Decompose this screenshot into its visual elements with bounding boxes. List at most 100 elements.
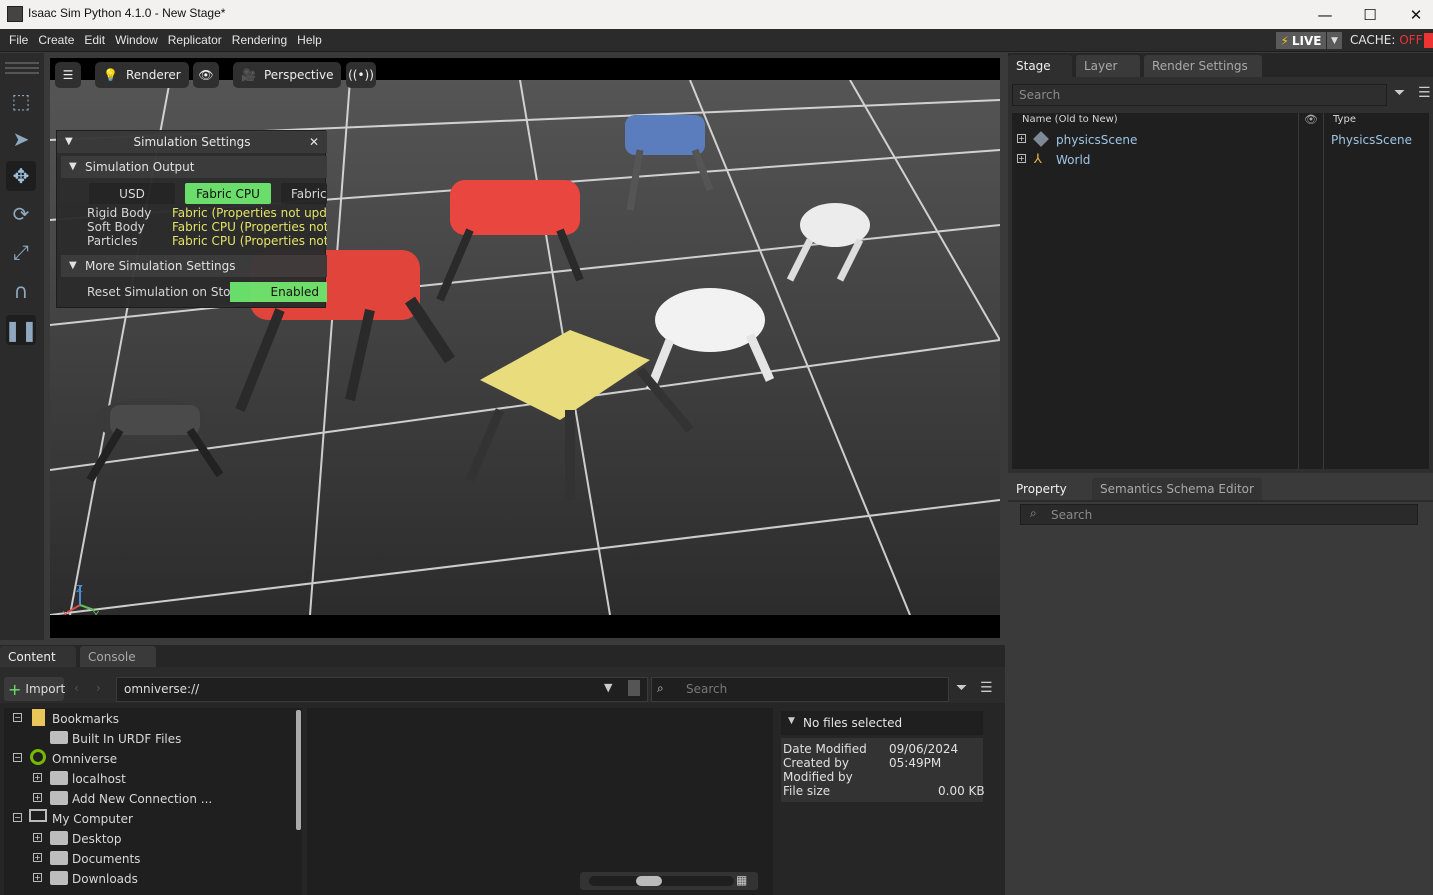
tree-item-built-in-urdf[interactable]: Built In URDF Files <box>72 732 181 746</box>
rotate-icon[interactable]: ⟳ <box>6 199 36 229</box>
snap-magnet-icon[interactable]: ∩ <box>6 276 36 306</box>
collapse-triangle-icon[interactable]: ▼ <box>65 131 73 153</box>
cache-status[interactable]: CACHE: OFF <box>1350 33 1422 47</box>
menu-bar: File Create Edit Window Replicator Rende… <box>0 29 1433 52</box>
stage-search-input[interactable]: Search <box>1012 84 1387 106</box>
menu-replicator[interactable]: Replicator <box>163 33 227 47</box>
menu-file[interactable]: File <box>4 33 33 47</box>
tab-console[interactable]: Console <box>80 646 156 668</box>
axis-x-label: X <box>62 610 69 615</box>
collapse-minus-icon[interactable]: − <box>13 753 22 762</box>
column-name-header[interactable]: Name (Old to New) <box>1022 114 1118 125</box>
filter-icon[interactable]: ⏷ <box>956 680 967 696</box>
server-icon <box>50 771 68 785</box>
tree-item-desktop[interactable]: Desktop <box>72 832 122 846</box>
tab-property[interactable]: Property <box>1008 478 1088 500</box>
bookmark-icon[interactable] <box>628 680 640 696</box>
expand-plus-icon[interactable]: + <box>33 773 42 782</box>
expand-plus-icon[interactable]: + <box>33 833 42 842</box>
settings-sliders-button[interactable]: ☰ <box>55 62 81 88</box>
section-simulation-output[interactable]: ▼ Simulation Output <box>61 156 327 178</box>
expand-plus-icon[interactable]: + <box>33 873 42 882</box>
drive-icon <box>50 831 68 845</box>
camera-label: Perspective <box>263 68 334 82</box>
menu-help[interactable]: Help <box>292 33 327 47</box>
close-icon[interactable]: ✕ <box>309 131 319 153</box>
slider-handle[interactable] <box>636 876 662 886</box>
tree-item-downloads[interactable]: Downloads <box>72 872 138 886</box>
forward-arrow-icon[interactable]: › <box>96 681 101 695</box>
tree-item-add-connection[interactable]: Add New Connection ... <box>72 792 212 806</box>
tree-scrollbar[interactable] <box>296 710 301 830</box>
select-arrow-icon[interactable]: ➤ <box>6 124 36 154</box>
stage-row-physicsscene[interactable]: + physicsScene PhysicsScene <box>1012 131 1429 149</box>
tab-layer[interactable]: Layer <box>1076 55 1140 77</box>
collapse-triangle-icon: ▼ <box>69 161 77 172</box>
menu-rendering[interactable]: Rendering <box>227 33 292 47</box>
modified-by-label: Modified by <box>783 770 853 784</box>
live-button[interactable]: ⚡ LIVE <box>1276 32 1326 49</box>
expand-plus-icon[interactable]: + <box>33 853 42 862</box>
scale-icon[interactable]: ⤢ <box>6 237 36 267</box>
select-mode-icon[interactable]: ⬚ <box>6 86 36 116</box>
fabric-cpu-button[interactable]: Fabric CPU <box>185 183 271 204</box>
path-field[interactable]: omniverse:// <box>116 677 648 702</box>
stage-row-world[interactable]: + ⅄ World <box>1012 151 1429 169</box>
menu-window[interactable]: Window <box>110 33 163 47</box>
usd-button[interactable]: USD <box>89 183 175 204</box>
tab-render-settings[interactable]: Render Settings <box>1144 55 1262 77</box>
visibility-column-eye-icon[interactable]: 👁 <box>1304 113 1318 126</box>
live-dropdown-button[interactable]: ▼ <box>1327 32 1342 49</box>
visibility-button[interactable]: 👁 <box>193 62 219 88</box>
import-button[interactable]: + Import <box>4 677 65 701</box>
filter-icon[interactable]: ⏷ <box>1394 85 1405 101</box>
menu-edit[interactable]: Edit <box>79 33 110 47</box>
tab-content[interactable]: Content <box>0 646 76 668</box>
rigid-body-value: Fabric (Properties not update <box>172 206 327 220</box>
chevron-down-icon[interactable]: ▼ <box>604 681 612 694</box>
back-arrow-icon[interactable]: ‹ <box>74 681 79 695</box>
collapse-minus-icon[interactable]: − <box>13 713 22 722</box>
menu-create[interactable]: Create <box>33 33 79 47</box>
column-type-header[interactable]: Type <box>1333 114 1356 125</box>
tree-item-omniverse[interactable]: Omniverse <box>52 752 117 766</box>
expand-plus-icon[interactable]: + <box>33 793 42 802</box>
tree-item-localhost[interactable]: localhost <box>72 772 126 786</box>
grid-view-icon[interactable]: ▦ <box>736 873 747 887</box>
tab-stage[interactable]: Stage <box>1008 55 1072 77</box>
minimize-button[interactable]: — <box>1302 0 1348 29</box>
section-more-simulation-settings[interactable]: ▼ More Simulation Settings <box>61 255 327 277</box>
close-window-button[interactable]: ✕ <box>1393 0 1433 29</box>
reset-simulation-toggle[interactable]: Enabled <box>230 282 327 302</box>
menu-icon[interactable]: ☰ <box>980 680 993 696</box>
tree-item-bookmarks[interactable]: Bookmarks <box>52 712 119 726</box>
prim-name: World <box>1056 153 1091 167</box>
search-icon: ⌕ <box>1030 506 1037 520</box>
tab-divider <box>1008 500 1433 502</box>
pause-icon[interactable]: ❚❚ <box>4 315 38 345</box>
content-search-input[interactable]: Search <box>651 677 949 702</box>
collapse-minus-icon[interactable]: − <box>13 813 22 822</box>
renderer-button[interactable]: 💡 Renderer <box>95 62 189 88</box>
stream-button[interactable]: ((•)) <box>346 62 376 88</box>
rigid-body-label: Rigid Body <box>87 206 152 220</box>
move-icon[interactable]: ✥ <box>6 161 36 191</box>
file-view[interactable] <box>307 708 773 895</box>
search-icon: ⌕ <box>657 681 664 695</box>
toolbar-grip <box>5 62 39 64</box>
maximize-button[interactable]: ☐ <box>1347 0 1393 29</box>
created-by-label: Created by <box>783 756 850 770</box>
tree-item-my-computer[interactable]: My Computer <box>52 812 133 826</box>
camera-button[interactable]: 🎥 Perspective <box>233 62 342 88</box>
tree-item-documents[interactable]: Documents <box>72 852 140 866</box>
expand-plus-icon[interactable]: + <box>1017 154 1026 163</box>
stage-panel: Stage Layer Render Settings Search ⏷ ☰ N… <box>1008 53 1433 473</box>
fabric-button[interactable]: Fabric <box>281 183 327 204</box>
menu-icon[interactable]: ☰ <box>1418 85 1431 101</box>
details-header[interactable]: ▼ No files selected <box>781 711 983 735</box>
property-search-input[interactable]: Search <box>1020 504 1418 525</box>
soft-body-mode: Fabric CPU <box>172 220 236 234</box>
tab-semantics-schema-editor[interactable]: Semantics Schema Editor <box>1092 478 1262 500</box>
expand-plus-icon[interactable]: + <box>1017 134 1026 143</box>
file-size-label: File size <box>783 784 831 798</box>
